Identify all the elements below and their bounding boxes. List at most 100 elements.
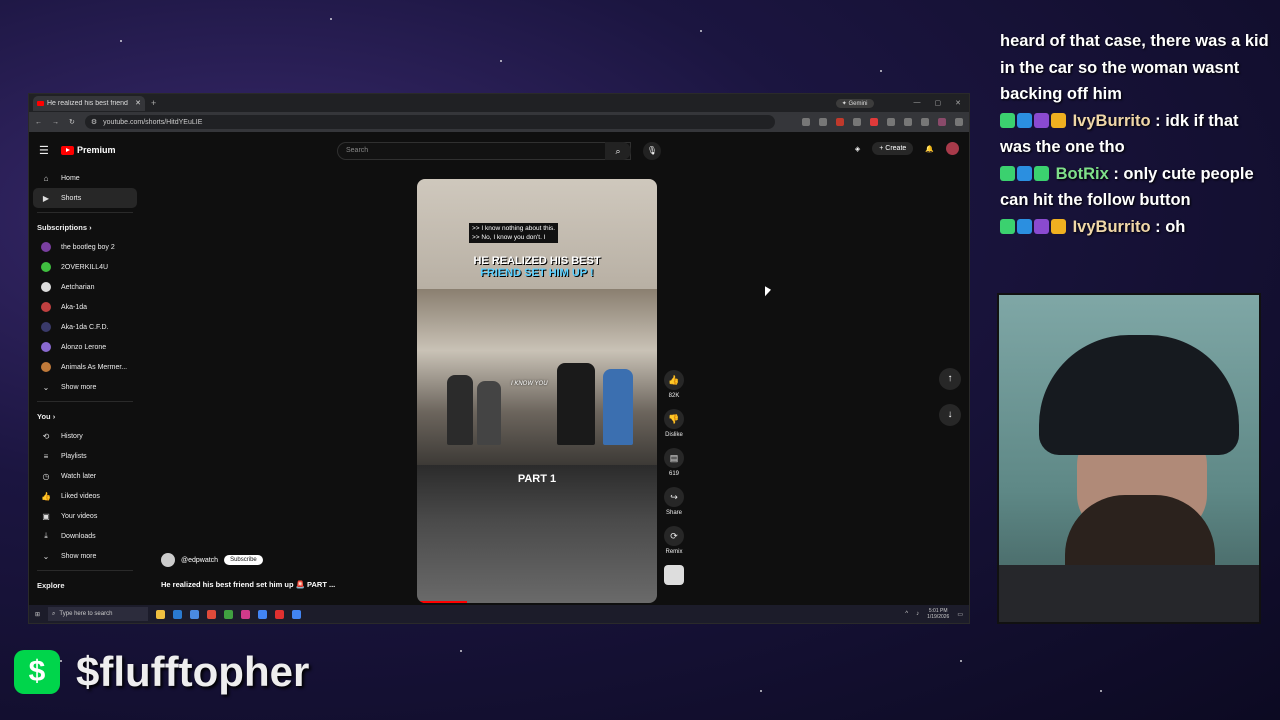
chat-username: BotRix: [1055, 164, 1109, 183]
playback-progress-bar[interactable]: [417, 601, 467, 603]
home-icon: ⌂: [43, 173, 49, 183]
channel-handle[interactable]: @edpwatch: [181, 557, 218, 564]
hamburger-menu-icon[interactable]: ☰: [39, 144, 49, 157]
app-icon[interactable]: [241, 609, 251, 619]
microphone-icon[interactable]: 🎙: [643, 142, 661, 160]
url-field[interactable]: ⚙ youtube.com/shorts/HitdYEuLIE: [84, 115, 775, 129]
notification-icon[interactable]: ▭: [957, 611, 963, 618]
minimize-icon[interactable]: —: [914, 99, 921, 107]
your-videos-icon: ▣: [42, 511, 50, 521]
new-tab-button[interactable]: +: [151, 98, 156, 108]
channel-name: 2OVERKILL4U: [61, 263, 109, 271]
windows-start-icon[interactable]: ⊞: [35, 611, 40, 618]
remix-button[interactable]: ⟳ Remix: [663, 526, 685, 555]
tray-chevron-icon[interactable]: ^: [905, 611, 908, 617]
extension-icon[interactable]: [921, 118, 929, 126]
menu-kebab-icon[interactable]: [955, 118, 963, 126]
sound-thumbnail[interactable]: [664, 565, 684, 585]
cashtag-overlay: $ $flufftopher: [14, 648, 309, 696]
app-icon[interactable]: [224, 609, 234, 619]
extension-icon[interactable]: [904, 118, 912, 126]
sidebar-item-liked-videos[interactable]: 👍 Liked videos: [33, 486, 137, 506]
person-figure: [447, 375, 473, 445]
thumbs-down-icon: 👎: [664, 409, 684, 429]
close-window-icon[interactable]: ✕: [955, 99, 961, 107]
cast-icon[interactable]: ◈: [855, 145, 860, 153]
channel-avatar[interactable]: [161, 553, 175, 567]
sidebar-item-subscription[interactable]: 2OVERKILL4U: [33, 257, 137, 277]
maximize-icon[interactable]: ▢: [935, 99, 942, 107]
search-icon[interactable]: ⌕: [605, 142, 631, 160]
sidebar-item-subscription[interactable]: Aetcharian: [33, 277, 137, 297]
next-short-down-arrow-icon[interactable]: ↓: [939, 404, 961, 426]
previous-short-up-arrow-icon[interactable]: ↑: [939, 368, 961, 390]
show-more-button[interactable]: ⌄ Show more: [33, 546, 137, 566]
profile-icon[interactable]: [938, 118, 946, 126]
subscribe-button[interactable]: Subscribe: [224, 555, 263, 565]
sidebar-item-playlists[interactable]: ≡ Playlists: [33, 446, 137, 466]
sidebar-item-subscription[interactable]: Aka-1da C.F.D.: [33, 317, 137, 337]
extension-icon[interactable]: [887, 118, 895, 126]
store-icon[interactable]: [190, 609, 200, 619]
tab-close-icon[interactable]: ✕: [135, 99, 141, 107]
shorts-video-player[interactable]: >> I know nothing about this. >> No, I k…: [417, 179, 657, 603]
browser-window: He realized his best friend ✕ + ✦ Gemini…: [28, 93, 970, 624]
sidebar-item-label: Watch later: [61, 472, 97, 480]
sidebar-item-watch-later[interactable]: ◷ Watch later: [33, 466, 137, 486]
dislike-button[interactable]: 👎 Dislike: [663, 409, 685, 438]
back-icon[interactable]: ←: [35, 119, 42, 126]
channel-name: Alonzo Lerone: [61, 343, 107, 351]
sidebar-item-subscription[interactable]: the bootleg boy 2: [33, 237, 137, 257]
taskbar-search-input[interactable]: ⌕ Type here to search: [48, 607, 149, 621]
chat-message: heard of that case, there was a kid in t…: [1000, 32, 1269, 103]
account-avatar[interactable]: [946, 142, 959, 155]
app-icon[interactable]: [275, 609, 285, 619]
file-explorer-icon[interactable]: [156, 609, 166, 619]
subscriptions-heading[interactable]: Subscriptions ›: [29, 217, 141, 237]
history-icon: ⟲: [42, 431, 50, 441]
channel-avatar: [41, 342, 51, 352]
app-icon[interactable]: [173, 609, 183, 619]
site-info-icon[interactable]: ⚙: [91, 118, 97, 126]
extension-icon[interactable]: [836, 118, 844, 126]
video-headline: HE REALIZED HIS BEST FRIEND SET HIM UP !: [417, 255, 657, 279]
sidebar-item-your-videos[interactable]: ▣ Your videos: [33, 506, 137, 526]
youtube-logo[interactable]: Premium: [61, 145, 116, 155]
you-heading[interactable]: You ›: [29, 406, 141, 426]
sidebar-item-label: Playlists: [61, 452, 87, 460]
extension-icon[interactable]: [802, 118, 810, 126]
chrome-icon[interactable]: [292, 609, 302, 619]
bookmark-star-icon[interactable]: [819, 118, 827, 126]
volume-icon[interactable]: ♪: [916, 611, 919, 617]
extension-icon[interactable]: [870, 118, 878, 126]
sidebar-item-subscription[interactable]: Animals As Mermer...: [33, 357, 137, 377]
headline-line: FRIEND SET HIM UP !: [480, 267, 594, 279]
like-button[interactable]: 👍 82K: [663, 370, 685, 399]
sidebar-item-subscription[interactable]: Alonzo Lerone: [33, 337, 137, 357]
extension-icon[interactable]: [853, 118, 861, 126]
channel-name: the bootleg boy 2: [61, 243, 115, 251]
headline-line: HE REALIZED HIS BEST: [473, 255, 601, 267]
chrome-icon[interactable]: [258, 609, 268, 619]
reload-icon[interactable]: ↻: [69, 118, 75, 126]
comments-button[interactable]: ▤ 619: [663, 448, 685, 477]
divider: [37, 212, 133, 213]
watch-later-icon: ◷: [42, 471, 50, 481]
channel-avatar: [41, 262, 51, 272]
gemini-button[interactable]: ✦ Gemini: [835, 98, 874, 108]
sidebar-item-history[interactable]: ⟲ History: [33, 426, 137, 446]
show-more-button[interactable]: ⌄ Show more: [33, 377, 137, 397]
person-figure: [557, 363, 595, 445]
sidebar-item-shorts[interactable]: ▶ Shorts: [33, 188, 137, 208]
sidebar-item-downloads[interactable]: ⤓ Downloads: [33, 526, 137, 546]
clock[interactable]: 5:01 PM 1/19/2026: [927, 608, 949, 620]
sidebar-item-home[interactable]: ⌂ Home: [33, 168, 137, 188]
share-button[interactable]: ↪ Share: [663, 487, 685, 516]
search-input[interactable]: Search: [337, 142, 631, 160]
browser-tab[interactable]: He realized his best friend ✕: [33, 95, 145, 111]
sidebar-item-subscription[interactable]: Aka-1da: [33, 297, 137, 317]
create-button[interactable]: + Create: [872, 142, 914, 155]
forward-icon[interactable]: →: [52, 119, 59, 126]
app-icon[interactable]: [207, 609, 217, 619]
notifications-bell-icon[interactable]: 🔔: [925, 145, 934, 153]
